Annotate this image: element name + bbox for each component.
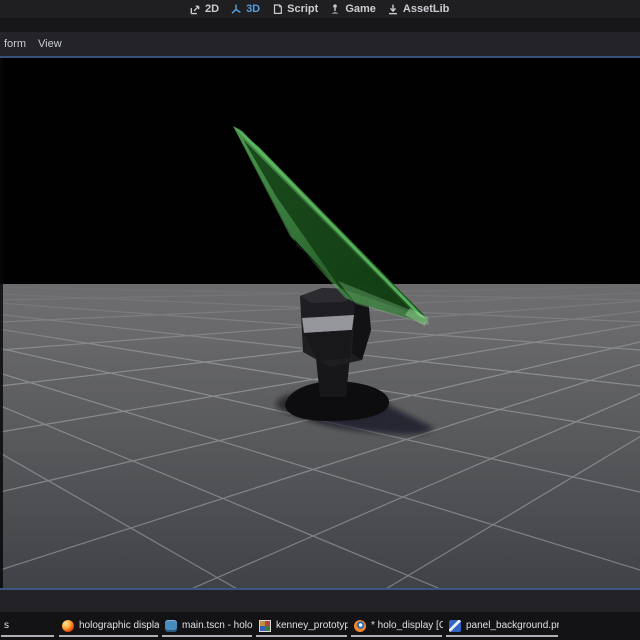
3d-viewport[interactable] <box>0 58 640 588</box>
taskbar-item-holo-display[interactable]: * holo_display [C:\Pro... <box>350 613 443 638</box>
2d-icon <box>190 5 200 15</box>
tab-assetlib-label: AssetLib <box>402 3 450 15</box>
tab-3d-label: 3D <box>246 3 261 15</box>
tab-script[interactable]: Script <box>271 3 318 15</box>
tab-script-label: Script <box>287 3 319 15</box>
image-file-icon <box>259 619 271 632</box>
godot-icon <box>165 619 177 632</box>
blender-icon <box>354 619 366 632</box>
taskbar-item-godot[interactable]: main.tscn - holograp... <box>161 613 253 638</box>
taskbar-item-holo-display-label: * holo_display [C:\Pro... <box>371 620 443 631</box>
taskbar-item-panel-background-label: panel_background.pn... <box>466 620 559 631</box>
tab-assetlib[interactable]: AssetLib <box>387 3 449 15</box>
transform-menu[interactable]: form <box>4 38 26 50</box>
paint-icon <box>449 619 461 632</box>
tab-2d-label: 2D <box>205 3 220 15</box>
taskbar-item-firefox[interactable]: holographic displays ... <box>58 613 159 638</box>
tab-2d[interactable]: 2D <box>189 3 219 15</box>
godot-editor-screen: 2D 3D Script Game AssetLib form View s h… <box>0 0 640 640</box>
taskbar-item-firefox-label: holographic displays ... <box>79 620 159 631</box>
projector-lens-band <box>302 315 354 333</box>
taskbar-item-kenney-label: kenney_prototype-te... <box>276 620 348 631</box>
windows-taskbar: s holographic displays ... main.tscn - h… <box>0 612 640 640</box>
assetlib-icon <box>388 4 397 15</box>
script-icon <box>274 4 283 14</box>
tab-3d[interactable]: 3D <box>230 3 260 15</box>
scene-tab-bar <box>0 18 640 32</box>
3d-icon <box>231 4 241 14</box>
firefox-icon <box>62 619 74 632</box>
view-menu[interactable]: View <box>38 38 62 50</box>
editor-menubar: 2D 3D Script Game AssetLib <box>0 0 640 18</box>
viewport-toolbar: form View <box>0 32 640 56</box>
taskbar-item-truncated-label: s <box>4 620 9 631</box>
taskbar-item-truncated[interactable]: s <box>0 613 55 638</box>
taskbar-item-kenney[interactable]: kenney_prototype-te... <box>255 613 348 638</box>
taskbar-item-panel-background[interactable]: panel_background.pn... <box>445 613 559 638</box>
taskbar-item-godot-label: main.tscn - holograp... <box>182 620 253 631</box>
game-icon <box>331 4 339 14</box>
viewport-scene <box>0 58 640 588</box>
tab-game[interactable]: Game <box>329 3 376 15</box>
left-panel-sliver <box>0 58 3 588</box>
workspace-switcher: 2D 3D Script Game AssetLib <box>189 0 449 18</box>
tab-game-label: Game <box>345 3 376 15</box>
bottom-panel-bar <box>0 590 640 612</box>
